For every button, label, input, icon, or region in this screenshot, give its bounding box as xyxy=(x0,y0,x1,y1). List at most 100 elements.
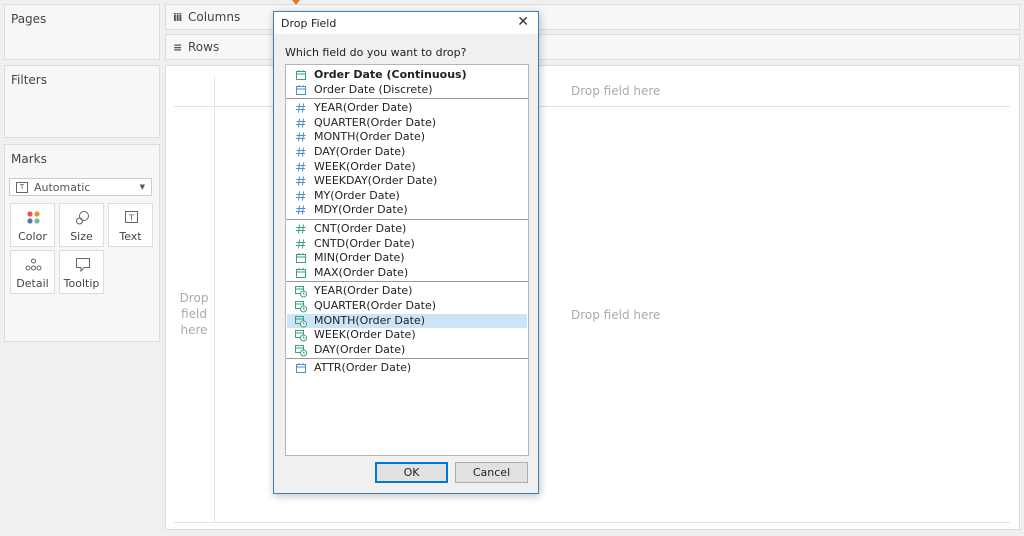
mark-type-value: Automatic xyxy=(34,181,91,194)
calendar-clock-green-icon xyxy=(295,284,307,298)
hash-blue-icon xyxy=(295,189,307,203)
text-label: Text xyxy=(119,230,142,243)
field-listbox[interactable]: Order Date (Continuous) Order Date (Discr… xyxy=(285,64,529,456)
field-option[interactable]: CNTD(Order Date) xyxy=(287,237,527,251)
field-option-label: WEEK(Order Date) xyxy=(314,159,416,173)
field-option[interactable]: MDY(Order Date) xyxy=(287,203,527,217)
hash-blue-icon xyxy=(295,101,307,115)
drag-pointer-icon xyxy=(292,0,300,5)
dialog-question: Which field do you want to drop? xyxy=(285,46,467,59)
canvas-vertical-divider xyxy=(214,76,215,522)
group-separator xyxy=(286,358,528,360)
dialog-title: Drop Field xyxy=(281,17,337,30)
hash-blue-icon xyxy=(295,203,307,217)
hash-blue-icon xyxy=(295,145,307,159)
tooltip-button[interactable]: Tooltip xyxy=(59,250,104,294)
field-option-label: ATTR(Order Date) xyxy=(314,361,412,375)
canvas-left-line xyxy=(174,106,214,107)
size-label: Size xyxy=(70,230,93,243)
field-option-label: DAY(Order Date) xyxy=(314,342,406,356)
field-option[interactable]: DAY(Order Date) xyxy=(287,343,527,357)
field-option-label: CNTD(Order Date) xyxy=(314,236,415,250)
field-option-label: Order Date (Discrete) xyxy=(314,82,433,96)
field-option-label: WEEK(Order Date) xyxy=(314,328,416,342)
field-option-label: MONTH(Order Date) xyxy=(314,313,425,327)
field-option[interactable]: CNT(Order Date) xyxy=(287,222,527,236)
calendar-clock-green-icon xyxy=(295,343,307,357)
tooltip-label: Tooltip xyxy=(63,277,100,290)
field-option[interactable]: ATTR(Order Date) xyxy=(287,361,527,375)
field-option-label: QUARTER(Order Date) xyxy=(314,299,437,312)
text-button[interactable]: T Text xyxy=(108,203,153,247)
field-option[interactable]: WEEK(Order Date) xyxy=(287,160,527,174)
hash-blue-icon xyxy=(295,130,307,144)
field-option[interactable]: QUARTER(Order Date) xyxy=(287,299,527,313)
detail-button[interactable]: Detail xyxy=(10,250,55,294)
field-option[interactable]: YEAR(Order Date) xyxy=(287,101,527,115)
calendar-clock-green-icon xyxy=(295,314,307,328)
calendar-green-icon xyxy=(295,266,307,280)
field-option[interactable]: DAY(Order Date) xyxy=(287,145,527,159)
field-option-label: Order Date (Continuous) xyxy=(314,68,467,81)
drop-field-dialog: Drop Field ✕ Which field do you want to … xyxy=(273,11,539,494)
field-option[interactable]: YEAR(Order Date) xyxy=(287,284,527,298)
pages-title: Pages xyxy=(11,12,47,26)
text-mark-icon: T xyxy=(16,182,28,193)
size-icon xyxy=(60,210,103,226)
dialog-title-bar: Drop Field ✕ xyxy=(274,12,538,34)
field-option[interactable]: MY(Order Date) xyxy=(287,189,527,203)
calendar-blue-icon xyxy=(295,83,307,97)
field-option[interactable]: MONTH(Order Date) xyxy=(287,313,527,328)
hash-green-icon xyxy=(295,222,307,236)
field-option-label: YEAR(Order Date) xyxy=(314,101,413,115)
size-button[interactable]: Size xyxy=(59,203,104,247)
field-option[interactable]: QUARTER(Order Date) xyxy=(287,116,527,130)
field-option-label: MY(Order Date) xyxy=(314,188,400,202)
drop-field-top[interactable]: Drop field here xyxy=(571,84,660,98)
cancel-button[interactable]: Cancel xyxy=(455,462,528,483)
drop-field-center[interactable]: Drop field here xyxy=(571,308,660,322)
color-button[interactable]: Color xyxy=(10,203,55,247)
pages-shelf[interactable]: Pages xyxy=(4,4,160,60)
marks-title: Marks xyxy=(11,152,47,166)
field-option[interactable]: Order Date (Discrete) xyxy=(287,83,527,97)
field-option-label: CNT(Order Date) xyxy=(314,222,407,235)
filters-title: Filters xyxy=(11,73,47,87)
columns-icon: iii xyxy=(173,11,182,24)
close-icon[interactable]: ✕ xyxy=(517,14,529,30)
field-option[interactable]: WEEK(Order Date) xyxy=(287,328,527,342)
tooltip-icon xyxy=(60,257,103,273)
field-option-label: MAX(Order Date) xyxy=(314,265,409,279)
group-separator xyxy=(286,281,528,283)
ok-button[interactable]: OK xyxy=(375,462,448,483)
field-option[interactable]: MONTH(Order Date) xyxy=(287,130,527,144)
field-option[interactable]: WEEKDAY(Order Date) xyxy=(287,174,527,188)
field-option[interactable]: Order Date (Continuous) xyxy=(287,68,527,82)
columns-label: Columns xyxy=(188,10,241,24)
field-option[interactable]: MAX(Order Date) xyxy=(287,266,527,280)
field-option-label: DAY(Order Date) xyxy=(314,145,406,158)
text-icon: T xyxy=(109,210,152,226)
chevron-down-icon: ▼ xyxy=(139,183,145,191)
calendar-green-icon xyxy=(295,251,307,265)
filters-shelf[interactable]: Filters xyxy=(4,65,160,138)
drop-field-left[interactable]: Drop field here xyxy=(174,290,214,338)
svg-text:T: T xyxy=(128,214,134,223)
field-option-label: MONTH(Order Date) xyxy=(314,130,425,144)
field-option[interactable]: MIN(Order Date) xyxy=(287,251,527,265)
mark-type-dropdown[interactable]: T Automatic ▼ xyxy=(9,178,152,196)
hash-blue-icon xyxy=(295,116,307,130)
calendar-green-icon xyxy=(295,68,307,82)
group-separator xyxy=(286,219,528,220)
hash-blue-icon xyxy=(295,174,307,188)
calendar-blue-icon xyxy=(295,361,307,375)
detail-icon xyxy=(11,257,54,273)
detail-label: Detail xyxy=(16,277,49,290)
calendar-clock-green-icon xyxy=(295,299,307,313)
field-option-label: QUARTER(Order Date) xyxy=(314,115,437,129)
canvas-bottom-line xyxy=(174,522,1010,523)
color-label: Color xyxy=(18,230,47,243)
rows-label: Rows xyxy=(188,40,220,54)
color-icon xyxy=(11,210,54,226)
group-separator xyxy=(286,98,528,100)
